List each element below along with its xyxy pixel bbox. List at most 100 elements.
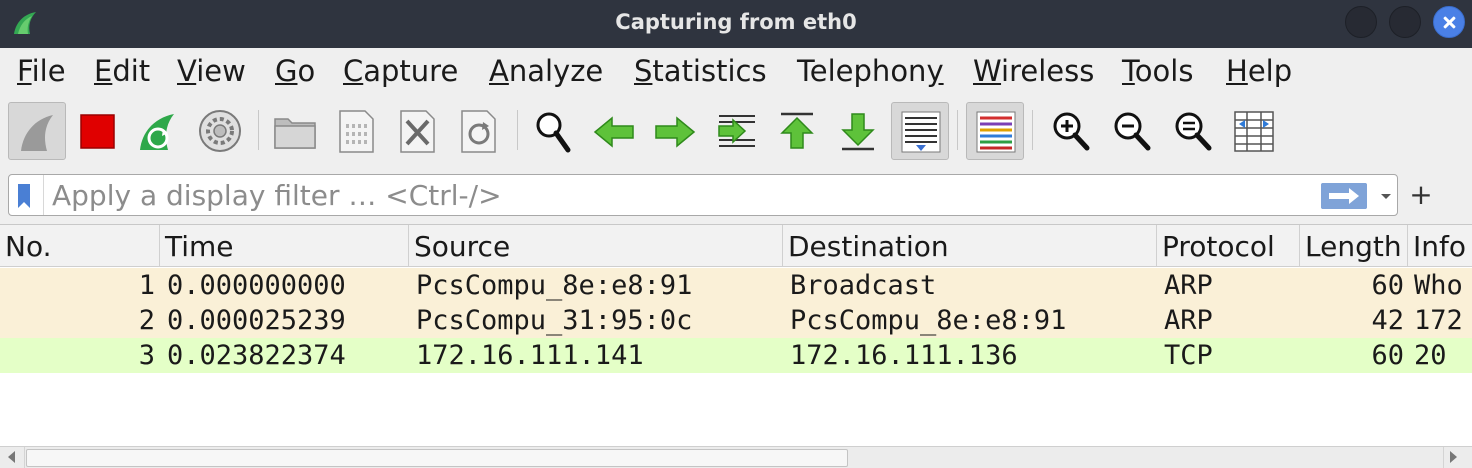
scroll-left-icon[interactable] [8, 451, 15, 463]
stop-capture-button[interactable] [69, 102, 127, 160]
menu-edit[interactable]: Edit [94, 48, 150, 96]
go-last-packet-button[interactable] [829, 102, 887, 160]
table-row[interactable]: 2 0.000025239 PcsCompu_31:95:0c PcsCompu… [0, 303, 1472, 338]
cell-info: 172 [1414, 305, 1463, 336]
capture-options-icon [199, 110, 241, 152]
column-header-no[interactable]: No. [0, 225, 160, 267]
table-row[interactable]: 1 0.000000000 PcsCompu_8e:e8:91 Broadcas… [0, 268, 1472, 303]
capture-options-button[interactable] [191, 102, 249, 160]
open-file-icon [274, 118, 316, 149]
zoom-out-button[interactable] [1103, 102, 1161, 160]
restart-capture-button[interactable] [130, 102, 188, 160]
menu-file[interactable]: File [17, 48, 66, 96]
packet-list-header: No. Time Source Destination Protocol Len… [0, 225, 1472, 267]
apply-filter-arrow-icon[interactable] [1321, 183, 1367, 209]
go-last-packet-icon [841, 113, 875, 151]
autoscroll-button[interactable] [891, 102, 949, 160]
menu-help[interactable]: Help [1226, 48, 1292, 96]
scrollbar-thumb[interactable] [26, 449, 848, 467]
menu-capture[interactable]: Capture [343, 48, 458, 96]
horizontal-scrollbar[interactable] [0, 446, 1472, 468]
column-header-length[interactable]: Length [1300, 225, 1408, 267]
go-back-icon [593, 116, 634, 148]
cell-length: 60 [1371, 340, 1404, 371]
normal-size-icon [1175, 112, 1212, 151]
zoom-in-button[interactable] [1042, 102, 1100, 160]
window-titlebar: Capturing from eth0 [0, 0, 1472, 48]
find-packet-icon [536, 112, 571, 153]
colorize-button[interactable] [966, 102, 1024, 160]
zoom-out-icon [1114, 112, 1151, 151]
menu-statistics[interactable]: Statistics [634, 48, 767, 96]
cell-info: Who [1414, 270, 1463, 301]
go-first-packet-button[interactable] [768, 102, 826, 160]
cell-time: 0.000000000 [167, 270, 346, 301]
resize-columns-icon [1234, 111, 1274, 152]
toolbar-separator [517, 110, 518, 150]
scroll-right-icon[interactable] [1450, 451, 1457, 463]
window-title: Capturing from eth0 [615, 10, 857, 34]
column-header-time[interactable]: Time [160, 225, 409, 267]
cell-source: 172.16.111.141 [416, 340, 644, 371]
go-forward-button[interactable] [646, 102, 704, 160]
add-filter-button[interactable]: + [1408, 176, 1434, 214]
menu-go[interactable]: Go [275, 48, 315, 96]
cell-no: 2 [138, 305, 155, 336]
cell-no: 3 [138, 340, 155, 371]
display-filter-box [8, 174, 1398, 216]
chevron-down-icon[interactable] [1379, 183, 1393, 209]
go-forward-icon [655, 116, 696, 148]
cell-time: 0.000025239 [167, 305, 346, 336]
start-capture-icon [21, 115, 53, 151]
normal-size-button[interactable] [1164, 102, 1222, 160]
reload-file-button[interactable] [449, 102, 507, 160]
toolbar-separator [957, 110, 958, 150]
menu-view[interactable]: View [177, 48, 246, 96]
reload-file-icon [461, 110, 496, 153]
start-capture-button[interactable] [8, 102, 66, 160]
cell-source: PcsCompu_31:95:0c [416, 305, 693, 336]
column-header-destination[interactable]: Destination [783, 225, 1157, 267]
go-to-packet-icon [718, 115, 755, 147]
menu-tools[interactable]: Tools [1122, 48, 1193, 96]
close-file-button[interactable] [388, 102, 446, 160]
main-toolbar [0, 96, 1472, 166]
display-filter-input[interactable] [43, 175, 1313, 215]
column-header-protocol[interactable]: Protocol [1157, 225, 1300, 267]
colorize-icon [976, 111, 1016, 153]
maximize-button[interactable] [1389, 6, 1421, 38]
resize-columns-button[interactable] [1225, 102, 1283, 160]
save-file-icon [339, 110, 374, 153]
minimize-button[interactable] [1345, 6, 1377, 38]
cell-length: 42 [1371, 305, 1404, 336]
toolbar-separator [258, 110, 259, 150]
go-to-packet-button[interactable] [707, 102, 765, 160]
column-header-source[interactable]: Source [409, 225, 783, 267]
cell-source: PcsCompu_8e:e8:91 [416, 270, 693, 301]
cell-destination: 172.16.111.136 [790, 340, 1018, 371]
column-header-info[interactable]: Info [1408, 225, 1472, 267]
table-row[interactable]: 3 0.023822374 172.16.111.141 172.16.111.… [0, 338, 1472, 373]
close-button[interactable] [1433, 6, 1465, 38]
toolbar-separator [1032, 110, 1033, 150]
save-file-button[interactable] [327, 102, 385, 160]
menu-analyze[interactable]: Analyze [489, 48, 603, 96]
cell-protocol: TCP [1164, 340, 1213, 371]
open-file-button[interactable] [266, 102, 324, 160]
cell-info: 20 [1414, 340, 1447, 371]
menu-bar: File Edit View Go Capture Analyze Statis… [0, 48, 1472, 96]
menu-wireless[interactable]: Wireless [973, 48, 1094, 96]
scrollbar-divider [1443, 447, 1444, 468]
find-packet-button[interactable] [524, 102, 582, 160]
packet-list: No. Time Source Destination Protocol Len… [0, 224, 1472, 468]
menu-telephony[interactable]: Telephony [797, 48, 944, 96]
cell-destination: PcsCompu_8e:e8:91 [790, 305, 1067, 336]
go-first-packet-icon [780, 112, 814, 149]
go-back-button[interactable] [585, 102, 643, 160]
cell-time: 0.023822374 [167, 340, 346, 371]
autoscroll-icon [901, 111, 941, 153]
bookmark-icon[interactable] [17, 183, 31, 209]
close-file-icon [400, 110, 435, 153]
cell-destination: Broadcast [790, 270, 937, 301]
cell-no: 1 [138, 270, 155, 301]
